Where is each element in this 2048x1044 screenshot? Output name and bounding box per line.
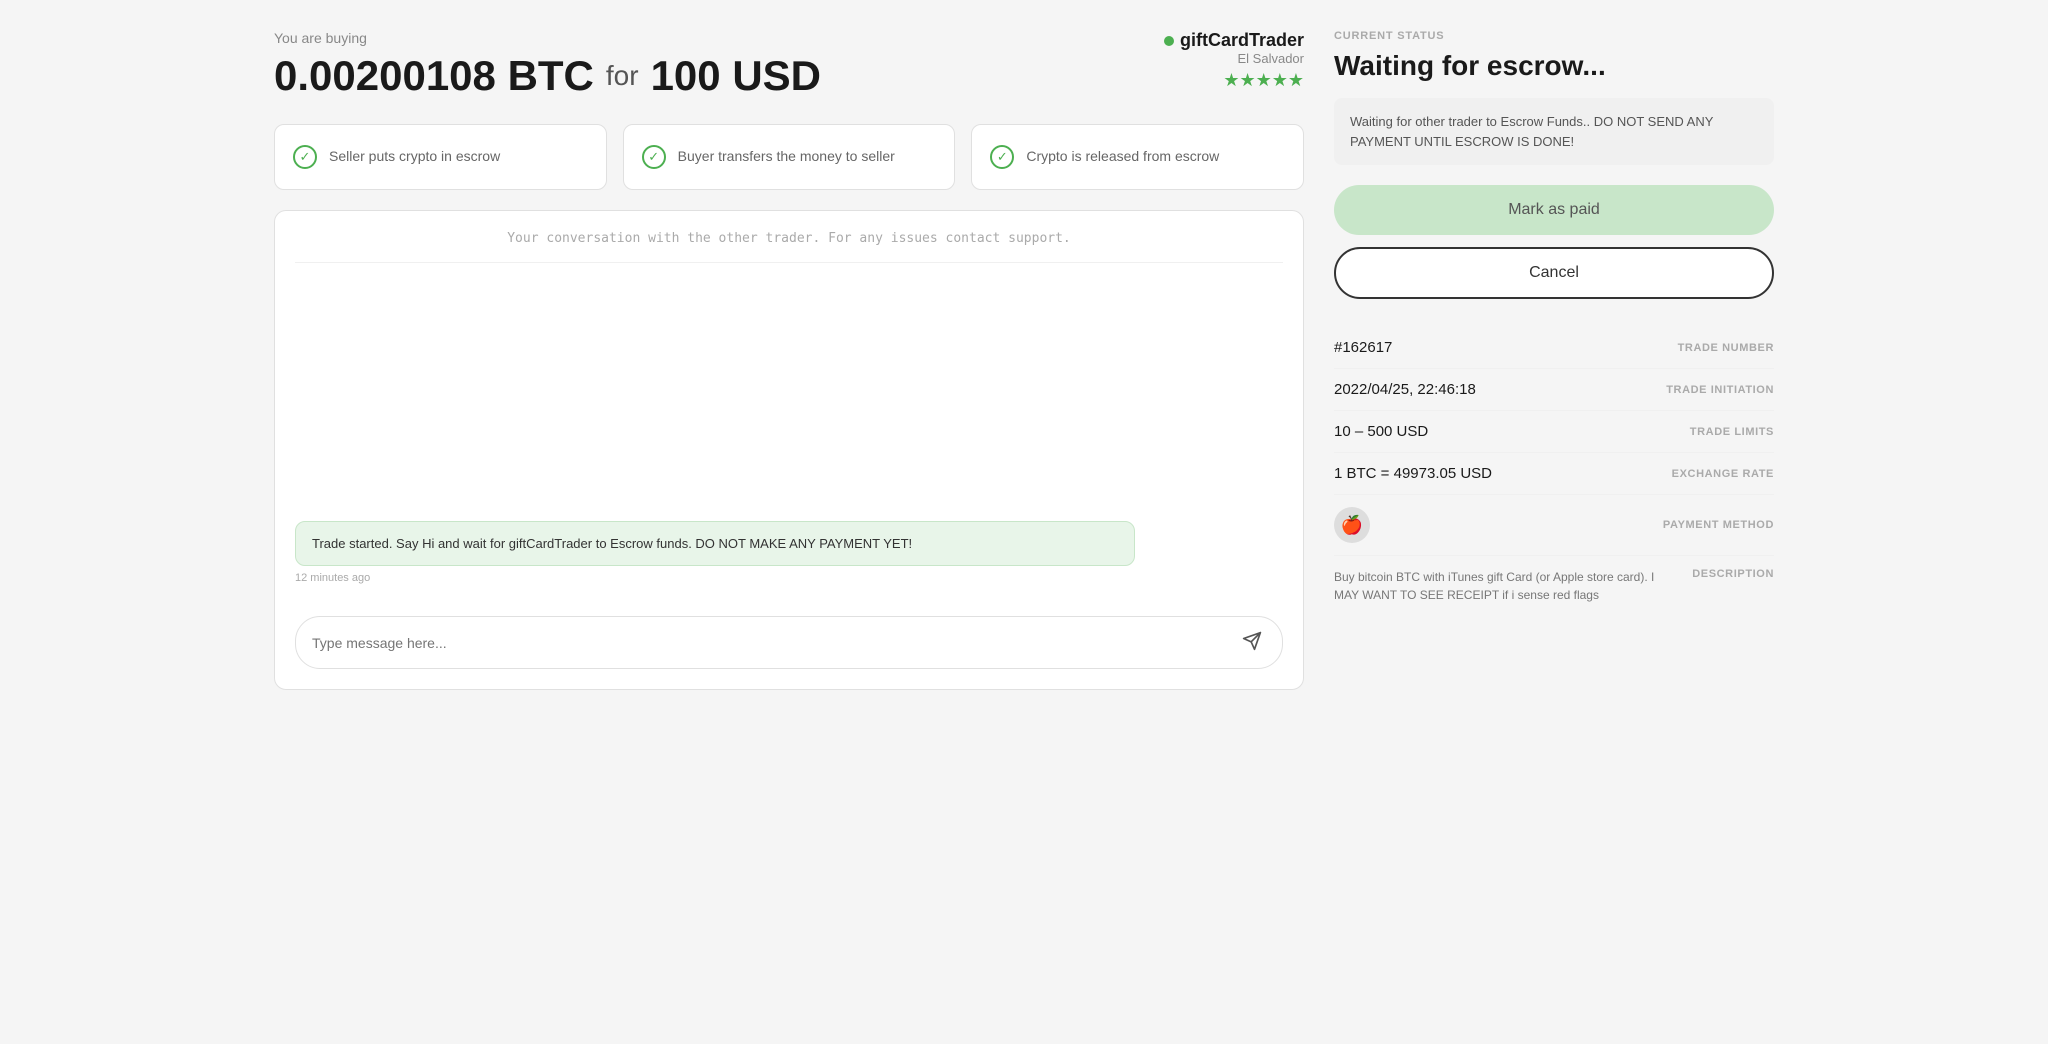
trade-initiation-label: TRADE INITIATION <box>1666 384 1774 396</box>
payment-method-label: PAYMENT METHOD <box>1663 519 1774 531</box>
steps-container: ✓ Seller puts crypto in escrow ✓ Buyer t… <box>274 124 1304 190</box>
step-1: ✓ Seller puts crypto in escrow <box>274 124 607 190</box>
step-2-text: Buyer transfers the money to seller <box>678 147 895 167</box>
cancel-button[interactable]: Cancel <box>1334 247 1774 299</box>
step-3-icon: ✓ <box>990 145 1014 169</box>
trader-name: giftCardTrader <box>1164 30 1304 51</box>
trade-amount: 0.00200108 BTC for 100 USD <box>274 52 821 100</box>
chat-container: Your conversation with the other trader.… <box>274 210 1304 690</box>
trade-initiation-value: 2022/04/25, 22:46:18 <box>1334 381 1476 398</box>
for-word: for <box>606 60 639 92</box>
trader-stars: ★★★★★ <box>1164 70 1304 91</box>
step-1-text: Seller puts crypto in escrow <box>329 147 500 167</box>
exchange-rate-row: 1 BTC = 49973.05 USD EXCHANGE RATE <box>1334 453 1774 495</box>
trade-number-label: TRADE NUMBER <box>1678 342 1774 354</box>
payment-icon: 🍎 <box>1334 507 1370 543</box>
trader-location: El Salvador <box>1164 51 1304 66</box>
step-1-icon: ✓ <box>293 145 317 169</box>
step-3-text: Crypto is released from escrow <box>1026 147 1219 167</box>
chat-messages: Trade started. Say Hi and wait for giftC… <box>295 279 1283 604</box>
trade-number-value: #162617 <box>1334 339 1392 356</box>
chat-bubble: Trade started. Say Hi and wait for giftC… <box>295 521 1135 567</box>
chat-header: Your conversation with the other trader.… <box>295 231 1283 263</box>
fiat-amount: 100 USD <box>651 52 821 100</box>
trade-limits-value: 10 – 500 USD <box>1334 423 1428 440</box>
trader-info: giftCardTrader El Salvador ★★★★★ <box>1164 30 1304 91</box>
payment-method-row: 🍎 PAYMENT METHOD <box>1334 495 1774 556</box>
description-row: Buy bitcoin BTC with iTunes gift Card (o… <box>1334 556 1774 604</box>
trade-limits-row: 10 – 500 USD TRADE LIMITS <box>1334 411 1774 453</box>
status-title: Waiting for escrow... <box>1334 50 1774 82</box>
send-button[interactable] <box>1238 627 1266 658</box>
mark-paid-button[interactable]: Mark as paid <box>1334 185 1774 235</box>
exchange-rate-value: 1 BTC = 49973.05 USD <box>1334 465 1492 482</box>
chat-input[interactable] <box>312 635 1238 651</box>
step-2: ✓ Buyer transfers the money to seller <box>623 124 956 190</box>
online-dot <box>1164 36 1174 46</box>
description-text: Buy bitcoin BTC with iTunes gift Card (o… <box>1334 556 1676 604</box>
trade-number-row: #162617 TRADE NUMBER <box>1334 327 1774 369</box>
trade-limits-label: TRADE LIMITS <box>1690 426 1774 438</box>
step-3: ✓ Crypto is released from escrow <box>971 124 1304 190</box>
crypto-amount: 0.00200108 BTC <box>274 52 594 100</box>
buying-label: You are buying <box>274 30 821 46</box>
description-label: DESCRIPTION <box>1692 556 1774 580</box>
escrow-warning: Waiting for other trader to Escrow Funds… <box>1334 98 1774 165</box>
trade-initiation-row: 2022/04/25, 22:46:18 TRADE INITIATION <box>1334 369 1774 411</box>
chat-time: 12 minutes ago <box>295 572 1283 584</box>
chat-input-row[interactable] <box>295 616 1283 669</box>
current-status-label: CURRENT STATUS <box>1334 30 1774 42</box>
exchange-rate-label: EXCHANGE RATE <box>1672 468 1774 480</box>
step-2-icon: ✓ <box>642 145 666 169</box>
right-panel: CURRENT STATUS Waiting for escrow... Wai… <box>1334 30 1774 690</box>
